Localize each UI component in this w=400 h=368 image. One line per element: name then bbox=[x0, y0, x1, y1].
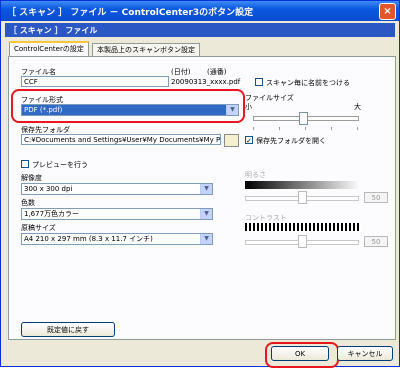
close-button[interactable]: × bbox=[379, 3, 396, 20]
per-scan-name-label: スキャン毎に名前をつける bbox=[266, 79, 350, 87]
contrast-value-field[interactable]: 50 bbox=[364, 236, 388, 247]
tab-device-scan-button-settings[interactable]: 本製品上のスキャンボタン設定 bbox=[92, 43, 200, 57]
section-header: ［ スキャン ］ ファイル bbox=[5, 23, 395, 37]
chevron-down-icon: ▼ bbox=[226, 105, 238, 115]
resolution-value: 300 x 300 dpi bbox=[24, 185, 73, 193]
chevron-down-icon: ▼ bbox=[200, 234, 212, 244]
resolution-select[interactable]: 300 x 300 dpi ▼ bbox=[21, 183, 213, 195]
dialog-window: ［ スキャン ］ ファイル － ControlCenter3のボタン設定 × ［… bbox=[0, 0, 400, 368]
per-scan-name-checkbox[interactable] bbox=[255, 78, 263, 86]
file-size-small-label: 小 bbox=[245, 103, 252, 111]
cancel-button[interactable]: キャンセル bbox=[337, 346, 393, 361]
open-folder-checkbox[interactable]: ✓ bbox=[245, 136, 253, 145]
save-folder-input[interactable]: C:¥Documents and Settings¥User¥My Docume… bbox=[21, 134, 221, 145]
contrast-pattern bbox=[245, 223, 361, 231]
contrast-label: コントラスト bbox=[245, 214, 287, 222]
file-name-input[interactable]: CCF bbox=[21, 76, 169, 87]
file-size-label: ファイルサイズ bbox=[245, 94, 294, 102]
file-size-large-label: 大 bbox=[354, 103, 361, 111]
resolution-label: 解像度 bbox=[21, 174, 42, 182]
tab-controlcenter-settings[interactable]: ControlCenterの設定 bbox=[9, 41, 89, 57]
chevron-down-icon: ▼ bbox=[200, 209, 212, 219]
file-format-select[interactable]: PDF (*.pdf) ▼ bbox=[21, 104, 239, 116]
color-value: 1,677万色カラー bbox=[24, 210, 80, 218]
open-folder-label: 保存先フォルダを開く bbox=[256, 137, 326, 145]
contrast-slider-thumb[interactable] bbox=[298, 235, 307, 248]
date-label: (日付) bbox=[171, 68, 191, 76]
file-size-ticks bbox=[253, 127, 359, 131]
section-header-title: ［ スキャン ］ ファイル bbox=[9, 26, 98, 35]
doc-size-label: 原稿サイズ bbox=[21, 224, 56, 232]
reset-defaults-button[interactable]: 既定値に戻す bbox=[21, 322, 115, 337]
settings-panel: ファイル名 (日付) (通番) CCF 20090313_xxxx.pdf スキ… bbox=[8, 56, 396, 340]
brightness-label: 明るさ bbox=[245, 171, 266, 179]
doc-size-value: A4 210 x 297 mm (8.3 x 11.7 インチ) bbox=[24, 235, 153, 243]
color-label: 色数 bbox=[21, 199, 35, 207]
window-title: ［ スキャン ］ ファイル － ControlCenter3のボタン設定 bbox=[7, 8, 254, 18]
preview-label: プレビューを行う bbox=[32, 161, 88, 169]
file-size-slider-thumb[interactable] bbox=[299, 112, 308, 125]
file-name-suffix: 20090313_xxxx.pdf bbox=[171, 78, 241, 86]
chevron-down-icon: ▼ bbox=[200, 184, 212, 194]
folder-browse-icon[interactable] bbox=[224, 134, 239, 147]
preview-checkbox[interactable] bbox=[21, 160, 29, 168]
title-bar[interactable]: ［ スキャン ］ ファイル － ControlCenter3のボタン設定 × bbox=[1, 1, 399, 21]
doc-size-select[interactable]: A4 210 x 297 mm (8.3 x 11.7 インチ) ▼ bbox=[21, 233, 213, 245]
brightness-value-field[interactable]: 50 bbox=[364, 192, 388, 203]
file-format-value: PDF (*.pdf) bbox=[24, 106, 63, 114]
color-select[interactable]: 1,677万色カラー ▼ bbox=[21, 208, 213, 220]
brightness-slider-thumb[interactable] bbox=[298, 191, 307, 204]
seq-label: (通番) bbox=[207, 68, 227, 76]
ok-button[interactable]: OK bbox=[271, 346, 329, 361]
brightness-gradient bbox=[245, 181, 361, 189]
